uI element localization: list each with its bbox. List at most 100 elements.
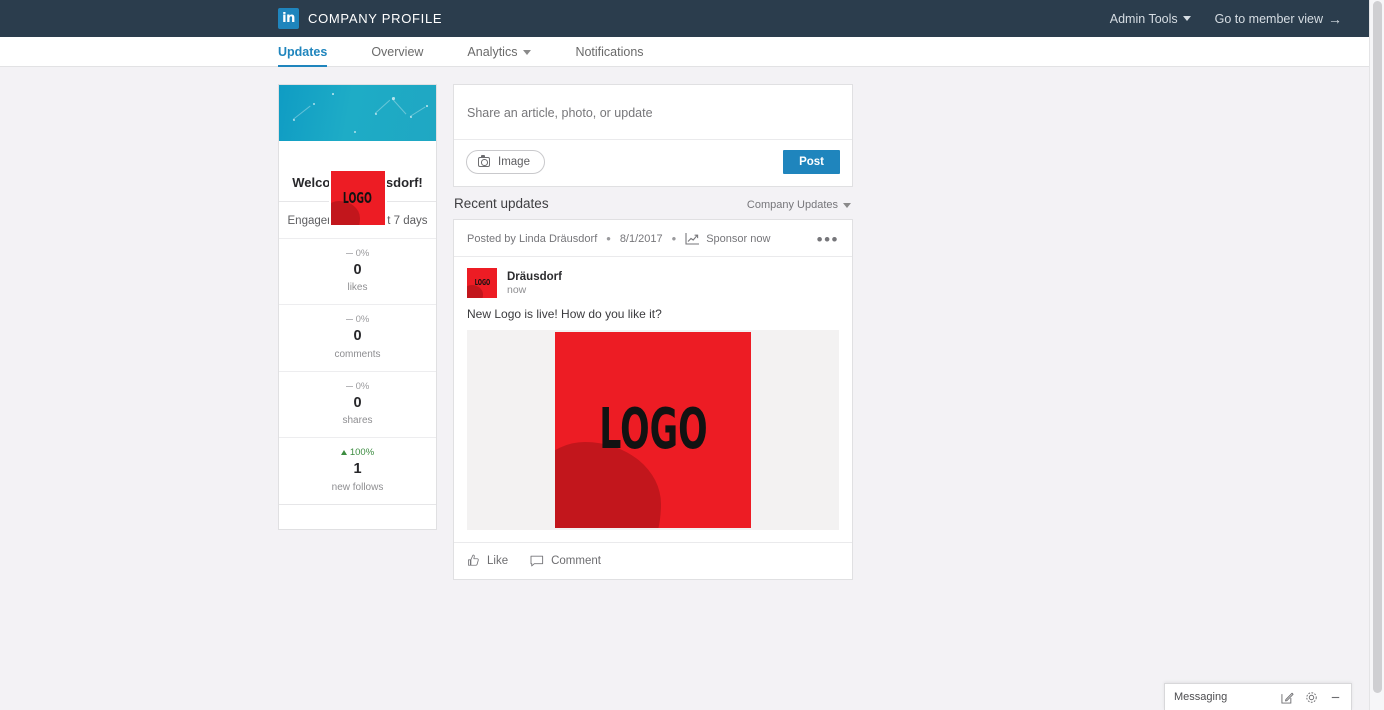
stat-shares-label: shares [342,415,373,427]
post-more-options-icon[interactable]: ••• [817,231,839,248]
stat-comments-value: 0 [353,328,362,345]
company-banner [279,85,436,141]
messaging-title: Messaging [1174,691,1228,703]
tab-analytics-label: Analytics [467,45,518,59]
flat-indicator-icon [345,319,353,321]
comment-button[interactable]: Comment [530,555,601,567]
stat-new-follows-label: new follows [331,481,384,493]
post-author-meta: Posted by Linda Dräusdorf [467,232,598,245]
stat-likes-value: 0 [353,262,362,278]
share-actions: Image Post [454,140,852,186]
post-image-container[interactable]: LOGO [467,330,839,530]
update-post-card: Posted by Linda Dräusdorf • 8/1/2017 • S… [453,219,853,580]
stat-shares-change: 0% [283,381,432,392]
tab-notifications[interactable]: Notifications [575,45,643,66]
trend-up-icon [340,450,347,456]
minimize-icon[interactable] [1329,691,1342,704]
post-meta: Posted by Linda Dräusdorf • 8/1/2017 • S… [454,220,852,257]
admin-tools-menu[interactable]: Admin Tools [1110,12,1191,26]
camera-icon [478,155,490,167]
admin-tools-label: Admin Tools [1109,11,1178,26]
go-to-member-view-link[interactable]: Go to member view → [1215,12,1342,26]
recent-updates-header: Recent updates Company Updates [453,187,853,219]
meta-separator: • [606,231,611,246]
messaging-actions [1281,691,1342,704]
meta-separator: • [671,231,677,246]
messaging-dock[interactable]: Messaging [1164,683,1352,710]
content-columns: LOGO Welcome, Dräusdorf! Engagement for … [0,84,1384,580]
nav-items: Updates Overview Analytics Notifications [278,37,688,67]
stat-new-follows-pct: 100% [349,447,375,459]
left-column: LOGO Welcome, Dräusdorf! Engagement for … [278,84,437,580]
like-label: Like [487,554,509,567]
tab-notifications-label: Notifications [575,45,644,59]
tab-updates[interactable]: Updates [278,45,328,67]
stat-shares: 0% 0 shares [279,370,436,437]
brand-title: COMPANY PROFILE [308,11,443,26]
primary-nav: Updates Overview Analytics Notifications [0,37,1384,67]
top-bar: in COMPANY PROFILE Admin Tools Go to mem… [0,0,1384,37]
updates-filter-dropdown[interactable]: Company Updates [747,199,851,211]
stat-new-follows-change: 100% [283,447,432,458]
stat-comments-label: comments [334,348,381,360]
flat-indicator-icon [345,385,353,387]
page-body: LOGO Welcome, Dräusdorf! Engagement for … [0,67,1384,710]
share-box: Share an article, photo, or update Image… [453,84,853,187]
post-image-logo-text: LOGO [598,397,708,462]
main-column: Share an article, photo, or update Image… [453,84,853,580]
chevron-down-icon [843,202,851,208]
gear-icon[interactable] [1305,691,1318,704]
post-author-name[interactable]: Dräusdorf [507,271,562,283]
post-timestamp: now [507,283,527,296]
post-actions: Like Comment [454,542,852,579]
thumbs-up-icon [468,554,479,566]
chevron-down-icon [1182,16,1191,21]
share-input[interactable]: Share an article, photo, or update [454,85,852,140]
stat-comments: 0% 0 comments [279,304,436,370]
comment-bubble-icon [530,555,544,566]
stat-comments-change: 0% [283,314,432,325]
stat-comments-pct: 0% [355,314,370,326]
sponsor-now-link[interactable]: Sponsor now [685,232,770,245]
post-body-text: New Logo is live! How do you like it? [467,307,662,321]
flat-indicator-icon [345,253,353,254]
like-button[interactable]: Like [467,554,508,567]
sponsor-now-label: Sponsor now [706,232,771,245]
page-scrollbar[interactable] [1369,0,1384,710]
arrow-right-icon: → [1328,10,1342,27]
trend-chart-icon [685,233,700,245]
post-author-avatar: LOGO [467,268,497,298]
scrollbar-thumb[interactable] [1373,1,1382,693]
stat-likes-label: likes [347,282,368,294]
stat-likes-change: 0% [283,248,432,259]
stat-new-follows-value: 1 [353,461,362,478]
comment-label: Comment [551,554,601,567]
chevron-down-icon [523,49,532,55]
add-image-button[interactable]: Image [466,150,545,174]
compose-message-icon[interactable] [1281,691,1294,704]
recent-updates-title: Recent updates [454,196,549,211]
company-logo-avatar: LOGO [328,169,387,227]
updates-filter-label: Company Updates [746,199,838,211]
post-date: 8/1/2017 [619,232,663,245]
brand[interactable]: in COMPANY PROFILE [278,8,442,29]
tab-updates-label: Updates [278,45,328,59]
avatar-logo-text: LOGO [474,278,490,287]
post-author-row: LOGO Dräusdorf now [454,257,852,307]
stat-shares-pct: 0% [355,380,370,392]
top-bar-actions: Admin Tools Go to member view → [1110,12,1342,26]
company-logo-text: LOGO [342,188,373,207]
post-image: LOGO [555,332,751,528]
member-view-label: Go to member view [1214,11,1323,26]
stat-new-follows: 100% 1 new follows [279,437,436,503]
stat-shares-value: 0 [353,394,362,411]
card-footer [279,503,436,529]
tab-overview[interactable]: Overview [371,45,423,66]
stat-likes-pct: 0% [355,248,370,259]
tab-analytics[interactable]: Analytics [467,45,532,66]
company-profile-card: LOGO Welcome, Dräusdorf! Engagement for … [278,84,437,530]
tab-overview-label: Overview [371,45,424,59]
post-button[interactable]: Post [783,150,840,174]
linkedin-logo-icon: in [278,8,299,29]
stat-likes: 0% 0 likes [279,238,436,304]
